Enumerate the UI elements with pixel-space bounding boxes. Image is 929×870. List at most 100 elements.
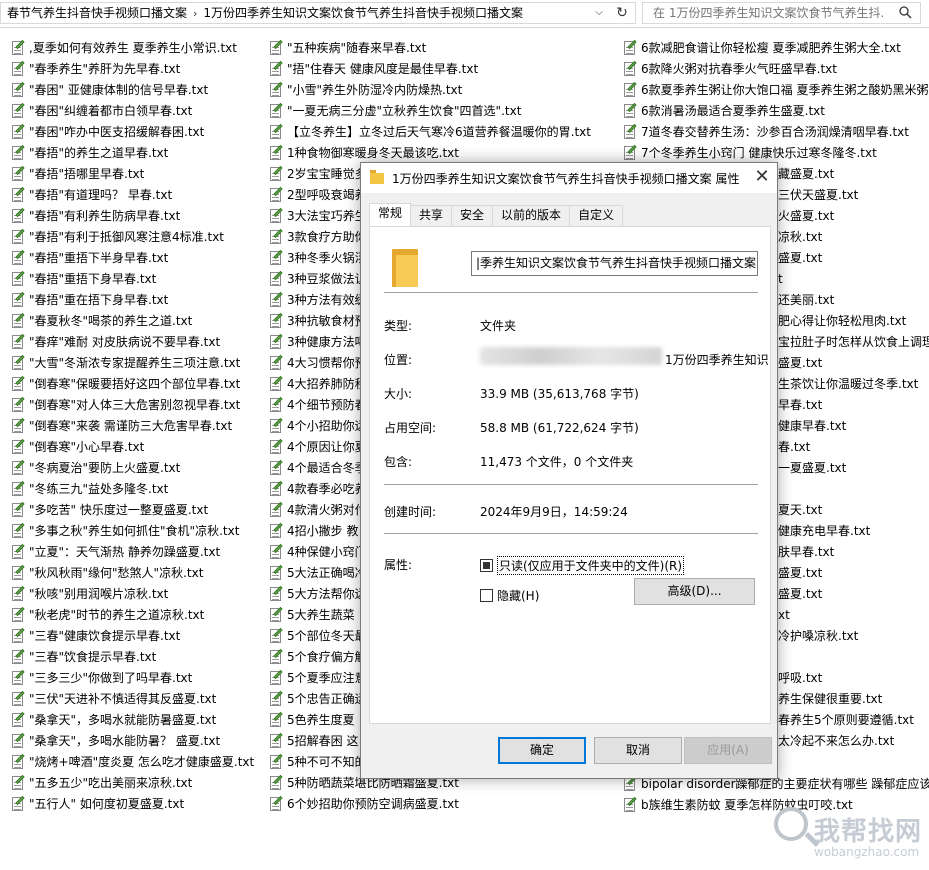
apply-button[interactable]: 应用(A) xyxy=(684,737,772,764)
file-item[interactable]: "倒春寒"小心早春.txt xyxy=(10,436,254,457)
file-item[interactable]: 肤早春.txt xyxy=(778,541,929,562)
file-item[interactable]: "春季养生"养肝为先早春.txt xyxy=(10,58,254,79)
file-item[interactable]: "倒春寒"来袭 需谨防三大危害早春.txt xyxy=(10,415,254,436)
tab-general[interactable]: 常规 xyxy=(369,203,412,226)
file-item[interactable]: ,夏季如何有效养生 夏季养生小常识.txt xyxy=(10,37,254,58)
refresh-icon[interactable]: ↻ xyxy=(611,3,633,23)
file-item[interactable]: "春捂"重捂下半身早春.txt xyxy=(10,247,254,268)
ok-button[interactable]: 确定 xyxy=(498,737,586,764)
file-item[interactable]: "多事之秋"养生如何抓住"食机"凉秋.txt xyxy=(10,520,254,541)
file-item[interactable]: "春困" 亚健康体制的信号早春.txt xyxy=(10,79,254,100)
tab-sharing[interactable]: 共享 xyxy=(410,205,453,226)
file-item[interactable]: "大雪"冬渐浓专家提醒养生三项注意.txt xyxy=(10,352,254,373)
file-item[interactable]: 春.txt xyxy=(778,436,929,457)
file-item[interactable]: "春捂"有道理吗？ 早春.txt xyxy=(10,184,254,205)
file-item[interactable]: "五行人" 如何度初夏盛夏.txt xyxy=(10,793,254,814)
file-item[interactable]: "一夏无病三分虚"立秋养生饮食"四首选".txt xyxy=(268,100,591,121)
file-item[interactable]: 呼吸.txt xyxy=(778,667,929,688)
file-item[interactable]: "冬病夏治"要防上火盛夏.txt xyxy=(10,457,254,478)
readonly-label[interactable]: 只读(仅应用于文件夹中的文件)(R) xyxy=(497,556,685,575)
file-item[interactable]: 生茶饮让你温暖过冬季.txt xyxy=(778,373,929,394)
file-item[interactable] xyxy=(778,646,929,667)
hidden-checkbox[interactable]: 隐藏(H) xyxy=(480,587,539,604)
file-item[interactable]: 盛夏.txt xyxy=(778,562,929,583)
file-item[interactable]: xt xyxy=(778,604,929,625)
file-item[interactable]: 盛夏.txt xyxy=(778,247,929,268)
cancel-button[interactable]: 取消 xyxy=(594,737,682,764)
breadcrumb-2[interactable]: 1万份四季养生知识文案饮食节气养生抖音快手视频口播文案 xyxy=(197,3,529,23)
file-item[interactable]: 6款减肥食谱让你轻松瘦 夏季减肥养生粥大全.txt xyxy=(622,37,928,58)
address-bar[interactable]: 春节气养生抖音快手视频口播文案 › 1万份四季养生知识文案饮食节气养生抖音快手视… xyxy=(0,2,636,24)
file-item[interactable]: 6个妙招助你预防空调病盛夏.txt xyxy=(268,793,591,814)
file-item[interactable]: t xyxy=(778,268,929,289)
file-item[interactable]: 健康早春.txt xyxy=(778,415,929,436)
checkbox-icon[interactable] xyxy=(480,589,493,602)
hidden-label[interactable]: 隐藏(H) xyxy=(497,587,539,604)
file-item[interactable]: "秋风秋雨"缘何"愁煞人"凉秋.txt xyxy=(10,562,254,583)
file-item[interactable]: 肥心得让你轻松甩肉.txt xyxy=(778,310,929,331)
file-item[interactable]: 6款夏季养生粥让你大饱口福 夏季养生粥之酸奶黑米粥 xyxy=(622,79,928,100)
readonly-checkbox[interactable]: 只读(仅应用于文件夹中的文件)(R) xyxy=(480,556,685,575)
file-item[interactable]: "秋老虎"时节的养生之道凉秋.txt xyxy=(10,604,254,625)
tab-previous-versions[interactable]: 以前的版本 xyxy=(492,205,571,226)
file-item[interactable]: 7道冬春交替养生汤：沙参百合汤润燥清咽早春.txt xyxy=(622,121,928,142)
file-item[interactable]: "春夏秋冬"喝茶的养生之道.txt xyxy=(10,310,254,331)
file-item[interactable]: 盛夏.txt xyxy=(778,583,929,604)
dialog-titlebar[interactable]: 1万份四季养生知识文案饮食节气养生抖音快手视频口播文案 属性 ✕ xyxy=(361,163,777,193)
file-item[interactable]: "春痒"难耐 对皮肤病说不要早春.txt xyxy=(10,331,254,352)
file-item[interactable]: "春捂"的养生之道早春.txt xyxy=(10,142,254,163)
file-item[interactable]: "立夏"：天气渐热 静养勿躁盛夏.txt xyxy=(10,541,254,562)
file-item[interactable]: 1种食物御寒暖身冬天最该吃.txt xyxy=(268,142,591,163)
file-item[interactable]: 6款消暑汤最适合夏季养生盛夏.txt xyxy=(622,100,928,121)
advanced-button[interactable]: 高级(D)... xyxy=(634,578,755,605)
file-item[interactable]: 健康充电早春.txt xyxy=(778,520,929,541)
file-item[interactable]: 早春.txt xyxy=(778,394,929,415)
file-item[interactable]: "春困"咋办中医支招缓解春困.txt xyxy=(10,121,254,142)
file-item[interactable]: 夏天.txt xyxy=(778,499,929,520)
file-item[interactable]: "三春"健康饮食提示早春.txt xyxy=(10,625,254,646)
file-item[interactable]: "三伏"天进补不慎适得其反盛夏.txt xyxy=(10,688,254,709)
search-icon[interactable] xyxy=(899,6,912,19)
file-item[interactable]: "春捂"捂哪里早春.txt xyxy=(10,163,254,184)
close-icon[interactable]: ✕ xyxy=(747,163,777,193)
file-item[interactable]: "春捂"有利于抵御风寒注意4标准.txt xyxy=(10,226,254,247)
file-item[interactable]: "三多三少"你做到了吗早春.txt xyxy=(10,667,254,688)
file-item[interactable]: 火盛夏.txt xyxy=(778,205,929,226)
file-item[interactable]: 太冷起不来怎么办.txt xyxy=(778,730,929,751)
file-item[interactable]: 春养生5个原则要遵循.txt xyxy=(778,709,929,730)
file-item[interactable]: "春捂"重在捂下身早春.txt xyxy=(10,289,254,310)
file-item[interactable]: "春捂"重捂下身早春.txt xyxy=(10,268,254,289)
file-item[interactable]: "五种疾病"随春来早春.txt xyxy=(268,37,591,58)
tab-security[interactable]: 安全 xyxy=(451,205,494,226)
breadcrumb-1[interactable]: 春节气养生抖音快手视频口播文案 xyxy=(1,3,193,23)
file-item[interactable]: 藏盛夏.txt xyxy=(778,163,929,184)
file-item[interactable]: "春困"纠缠着都市白领早春.txt xyxy=(10,100,254,121)
folder-name-field[interactable]: |季养生知识文案饮食节气养生抖音快手视频口播文案 xyxy=(471,251,758,276)
file-item[interactable]: 7个冬季养生小窍门 健康快乐过寒冬隆冬.txt xyxy=(622,142,928,163)
file-item[interactable]: "倒春寒"对人体三大危害别忽视早春.txt xyxy=(10,394,254,415)
chevron-down-icon[interactable]: ⌵ xyxy=(589,3,609,23)
file-item[interactable]: "小雪"养生外防湿冷内防燥热.txt xyxy=(268,79,591,100)
file-item[interactable]: "五多五少"吃出美丽来凉秋.txt xyxy=(10,772,254,793)
search-box[interactable] xyxy=(642,2,921,24)
file-item[interactable] xyxy=(778,478,929,499)
file-item[interactable]: "冬练三九"益处多隆冬.txt xyxy=(10,478,254,499)
file-item[interactable]: "秋咳"别用润喉片凉秋.txt xyxy=(10,583,254,604)
file-item[interactable]: "桑拿天"，多喝水能防暑？ 盛夏.txt xyxy=(10,730,254,751)
file-item[interactable]: 【立冬养生】立冬过后天气寒冷6道营养餐温暖你的胃.txt xyxy=(268,121,591,142)
file-item[interactable]: 养生保健很重要.txt xyxy=(778,688,929,709)
location-value[interactable]: 1万份四季养生知识 xyxy=(665,351,769,368)
file-item[interactable]: 一夏盛夏.txt xyxy=(778,457,929,478)
search-input[interactable] xyxy=(643,3,883,23)
checkbox-indeterminate-icon[interactable] xyxy=(480,559,493,572)
file-item[interactable]: 宝拉肚子时怎样从饮食上调理 xyxy=(778,331,929,352)
file-item[interactable]: 三伏天盛夏.txt xyxy=(778,184,929,205)
file-item[interactable]: 冷护嗓凉秋.txt xyxy=(778,625,929,646)
file-item[interactable]: "多吃苦" 快乐度过一整夏盛夏.txt xyxy=(10,499,254,520)
tab-customize[interactable]: 自定义 xyxy=(569,205,624,226)
file-item[interactable]: 凉秋.txt xyxy=(778,226,929,247)
file-item[interactable]: "春捂"有利养生防病早春.txt xyxy=(10,205,254,226)
file-item[interactable]: "三春"饮食提示早春.txt xyxy=(10,646,254,667)
file-item[interactable]: "桑拿天"，多喝水就能防暑盛夏.txt xyxy=(10,709,254,730)
file-item[interactable]: 盛夏.txt xyxy=(778,352,929,373)
